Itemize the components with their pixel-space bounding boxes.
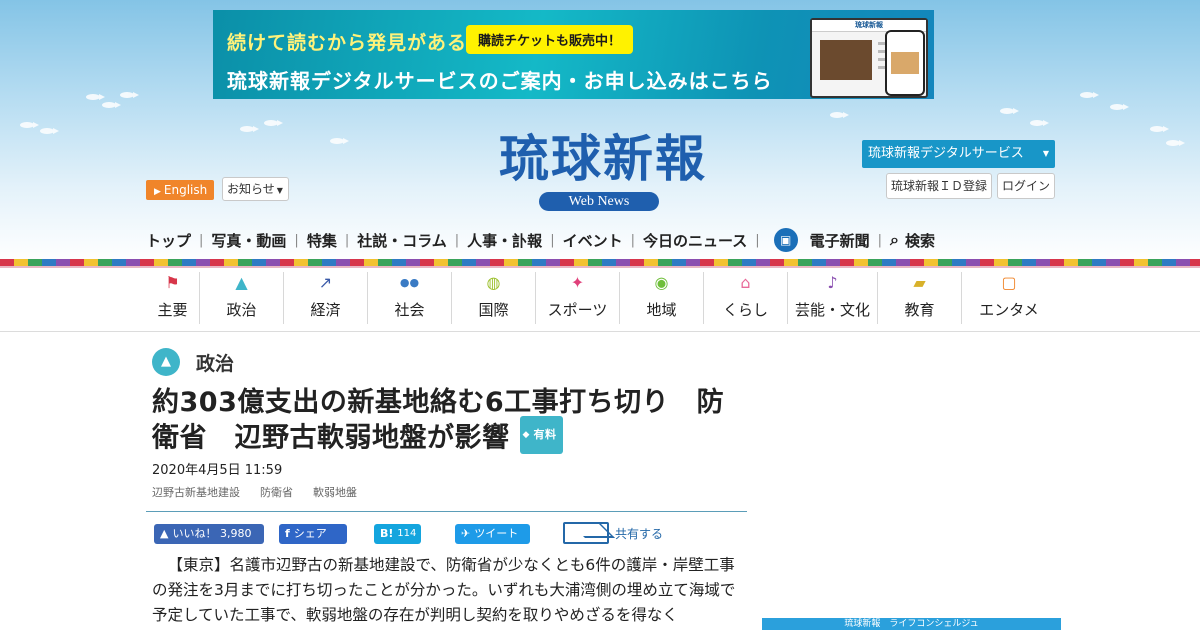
category-economy[interactable]: ↗ 経済 (284, 272, 368, 324)
banner-headline: 続けて読むから発見がある (227, 32, 468, 54)
category-entertainment[interactable]: ▢ エンタメ (962, 272, 1056, 324)
e-paper-icon: ▣ (773, 228, 798, 252)
category-navigation: ⚑ 主要 ▲ 政治 ↗ 経済 ●● 社会 ◍ 国際 ✦ スポーツ ◉ 地域 ⌂ … (146, 272, 1056, 328)
tag-link[interactable]: 辺野古新基地建設 (152, 484, 240, 500)
tv-icon: ▢ (1001, 273, 1017, 292)
category-politics[interactable]: ▲ 政治 (200, 272, 284, 324)
id-register-button[interactable]: 琉球新報ＩＤ登録 (886, 173, 992, 199)
digital-service-banner[interactable]: 続けて読むから発見がある 購読チケットも販売中！ 琉球新報デジタルサービスのご案… (213, 10, 934, 99)
nav-photo-video[interactable]: 写真・動画 (211, 230, 286, 251)
globe-icon: ◍ (486, 273, 501, 292)
nav-features[interactable]: 特集 (307, 230, 337, 251)
category-education[interactable]: ▰ 教育 (878, 272, 962, 324)
category-arts-culture[interactable]: ♪ 芸能・文化 (788, 272, 878, 324)
article-divider (146, 511, 747, 512)
hatena-icon: B! (380, 527, 394, 540)
category-nav-divider (0, 331, 1200, 332)
sidebar-ad[interactable]: 琉球新報 ライフコンシェルジュ (762, 618, 1061, 630)
category-region[interactable]: ◉ 地域 (620, 272, 704, 324)
parliament-icon: ▲ (235, 273, 248, 292)
graduation-cap-icon: ▰ (913, 273, 926, 292)
twitter-bird-icon: ✈ (461, 527, 471, 540)
tag-icon: ◆ (522, 430, 530, 440)
article-headline: 約303億支出の新基地絡む6工事打ち切り 防衛省 辺野古軟弱地盤が影響 ◆ 有料 (152, 387, 725, 454)
paid-badge: ◆ 有料 (519, 416, 563, 454)
decorative-pattern-underline (0, 266, 1200, 268)
site-logo-subtitle: Web News (539, 192, 659, 211)
article-section-label[interactable]: 政治 (196, 349, 234, 376)
search-icon: ⌕ (890, 230, 900, 249)
tag-link[interactable]: 防衛省 (260, 484, 293, 500)
flag-icon: ⚑ (165, 273, 180, 292)
category-international[interactable]: ◍ 国際 (452, 272, 536, 324)
nav-top[interactable]: トップ (146, 230, 191, 251)
article-tags: 辺野古新基地建設 防衛省 軟弱地盤 (152, 484, 357, 500)
nav-events[interactable]: イベント (563, 230, 623, 251)
category-society[interactable]: ●● 社会 (368, 272, 452, 324)
top-navigation: トップ | 写真・動画 | 特集 | 社説・コラム | 人事・訃報 | イベント… (146, 225, 1066, 255)
house-icon: ⌂ (740, 273, 751, 292)
banner-subtext: 琉球新報デジタルサービスのご案内・お申し込みはこちら (227, 69, 773, 93)
people-icon: ●● (399, 276, 420, 289)
nav-personnel-obituary[interactable]: 人事・訃報 (467, 230, 542, 251)
tag-link[interactable]: 軟弱地盤 (313, 484, 357, 500)
nav-e-paper[interactable]: ▣ 電子新聞 (773, 228, 870, 252)
category-main[interactable]: ⚑ 主要 (146, 272, 200, 324)
thumbs-up-icon: ▲ (160, 527, 169, 540)
banner-ticket-badge: 購読チケットも販売中！ (466, 25, 634, 54)
facebook-icon: f (285, 527, 290, 540)
mail-share-button[interactable]: 共有する (563, 522, 663, 544)
login-button[interactable]: ログイン (997, 173, 1055, 199)
arrow-right-icon: ▶ (154, 187, 161, 197)
envelope-icon (563, 522, 609, 544)
category-lifestyle[interactable]: ⌂ くらし (704, 272, 788, 324)
hatena-bookmark-button[interactable]: B! 114 (374, 524, 421, 544)
facebook-like-button[interactable]: ▲ いいね！ 3,980 (154, 524, 264, 544)
nav-todays-news[interactable]: 今日のニュース (643, 230, 747, 251)
caret-down-icon: ▼ (1042, 149, 1049, 158)
article-body: 【東京】名護市辺野古の新基地建設で、防衛省が少なくとも6件の護岸・岸壁工事の発注… (152, 556, 736, 624)
category-sports[interactable]: ✦ スポーツ (536, 272, 620, 324)
tweet-button[interactable]: ✈ ツイート (455, 524, 530, 544)
runner-icon: ✦ (570, 273, 585, 292)
article-date: 2020年4月5日 11:59 (152, 463, 283, 478)
nav-editorial-column[interactable]: 社説・コラム (357, 230, 447, 251)
parliament-icon: ▲ (152, 348, 180, 376)
digital-service-dropdown[interactable]: 琉球新報デジタルサービス ▼ (862, 140, 1055, 168)
caret-down-icon: ▼ (276, 186, 283, 195)
site-logo[interactable]: 琉球新報 (453, 128, 753, 190)
facebook-share-button[interactable]: f シェア (279, 524, 347, 544)
notice-dropdown[interactable]: お知らせ ▼ (222, 177, 289, 201)
map-pin-icon: ◉ (654, 273, 669, 292)
chart-icon: ↗ (318, 273, 333, 292)
nav-search[interactable]: ⌕ 検索 (890, 230, 935, 251)
english-button[interactable]: ▶ English (146, 180, 214, 200)
banner-phone-mockup (885, 30, 925, 96)
sanshin-icon: ♪ (827, 273, 838, 292)
